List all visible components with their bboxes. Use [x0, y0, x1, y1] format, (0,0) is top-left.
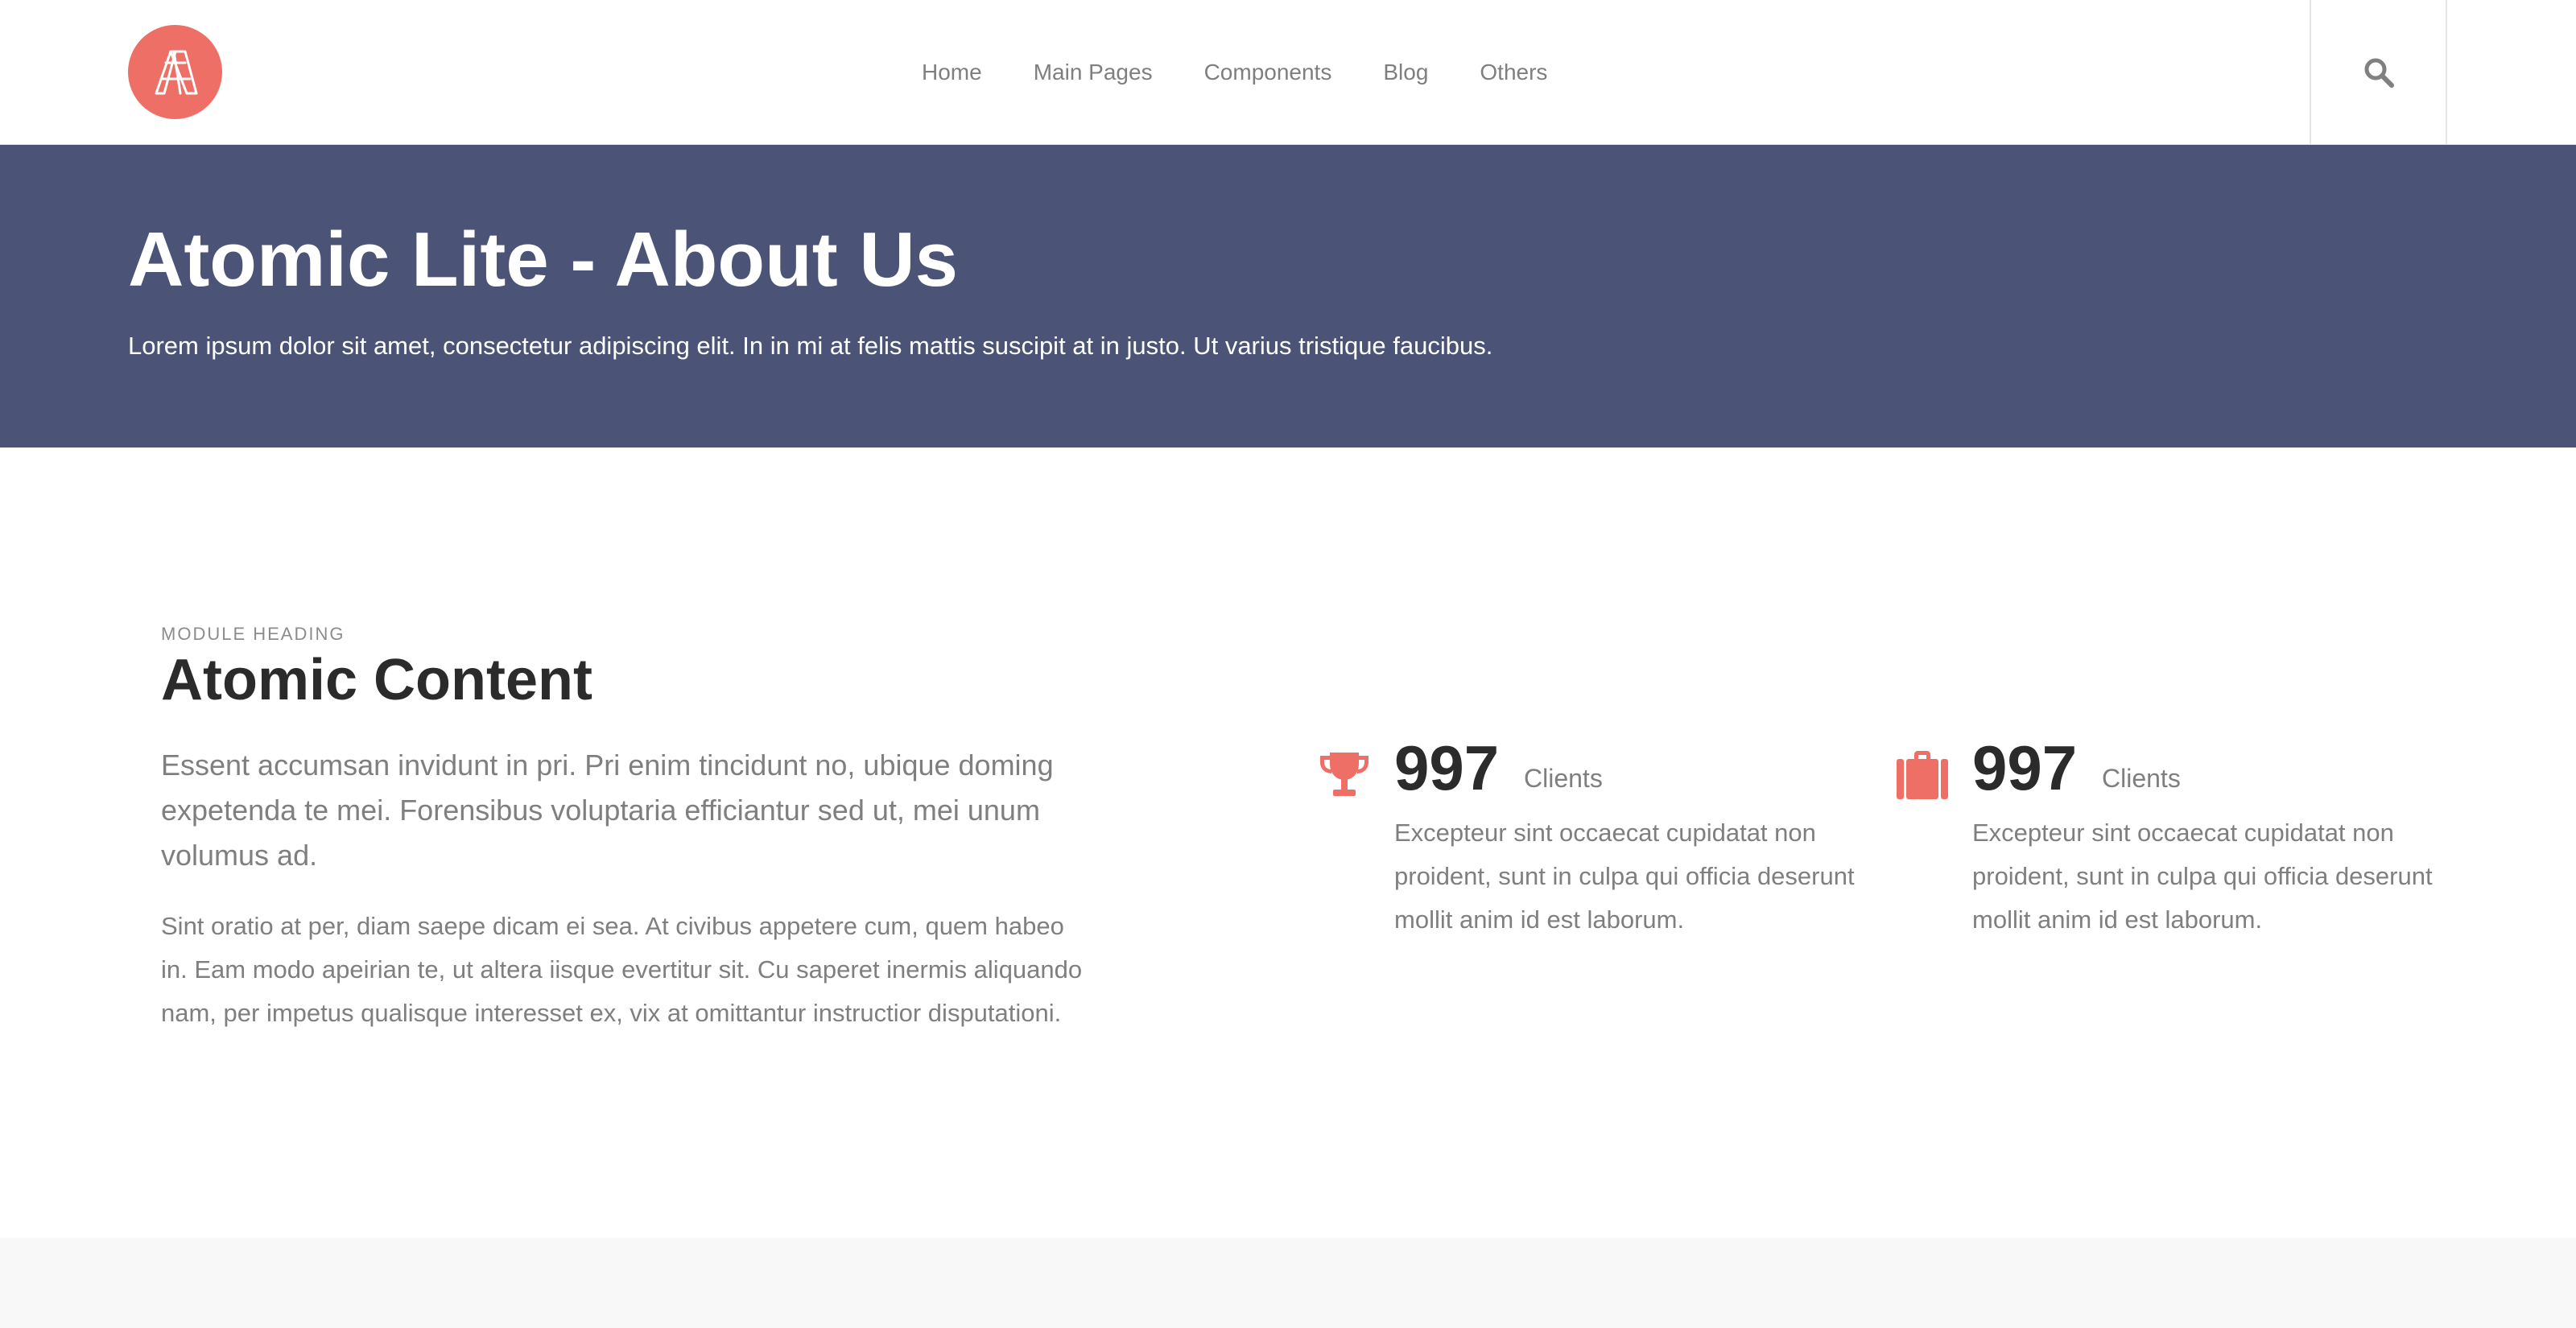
module-title: Atomic Content: [161, 648, 592, 712]
hero-banner: Atomic Lite - About Us Lorem ipsum dolor…: [0, 145, 2576, 447]
footer-band: [0, 1238, 2576, 1328]
main-nav: Home Main Pages Components Blog Others: [922, 0, 1547, 145]
nav-item-main-pages[interactable]: Main Pages: [1034, 61, 1153, 84]
page-title: Atomic Lite - About Us: [128, 217, 959, 303]
nav-item-others[interactable]: Others: [1480, 61, 1547, 84]
site-header: Home Main Pages Components Blog Others: [0, 0, 2576, 145]
nav-item-blog[interactable]: Blog: [1383, 61, 1428, 84]
stat-label: Clients: [1524, 764, 1603, 793]
search-button[interactable]: [2310, 0, 2447, 144]
logo-link[interactable]: [128, 25, 222, 119]
stat-number: 997: [1394, 732, 1500, 803]
search-icon: [2364, 58, 2394, 88]
module-lead-text: Essent accumsan invidunt in pri. Pri eni…: [161, 749, 1054, 872]
nav-item-home[interactable]: Home: [922, 61, 982, 84]
stat-label: Clients: [2102, 764, 2181, 793]
atomic-a-logo-icon: [155, 50, 197, 94]
nav-item-components[interactable]: Components: [1204, 61, 1332, 84]
trophy-icon: [1320, 753, 1368, 796]
hero-subtitle: Lorem ipsum dolor sit amet, consectetur …: [128, 332, 1493, 360]
stat-description: Excepteur sint occaecat cupidatat non pr…: [1394, 819, 1855, 934]
module-eyebrow: MODULE HEADING: [161, 624, 345, 644]
module-body-text: Sint oratio at per, diam saepe dicam ei …: [161, 912, 1083, 1027]
briefcase-icon: [1897, 751, 1948, 799]
stat-description: Excepteur sint occaecat cupidatat non pr…: [1972, 819, 2433, 934]
stat-number: 997: [1972, 732, 2078, 803]
